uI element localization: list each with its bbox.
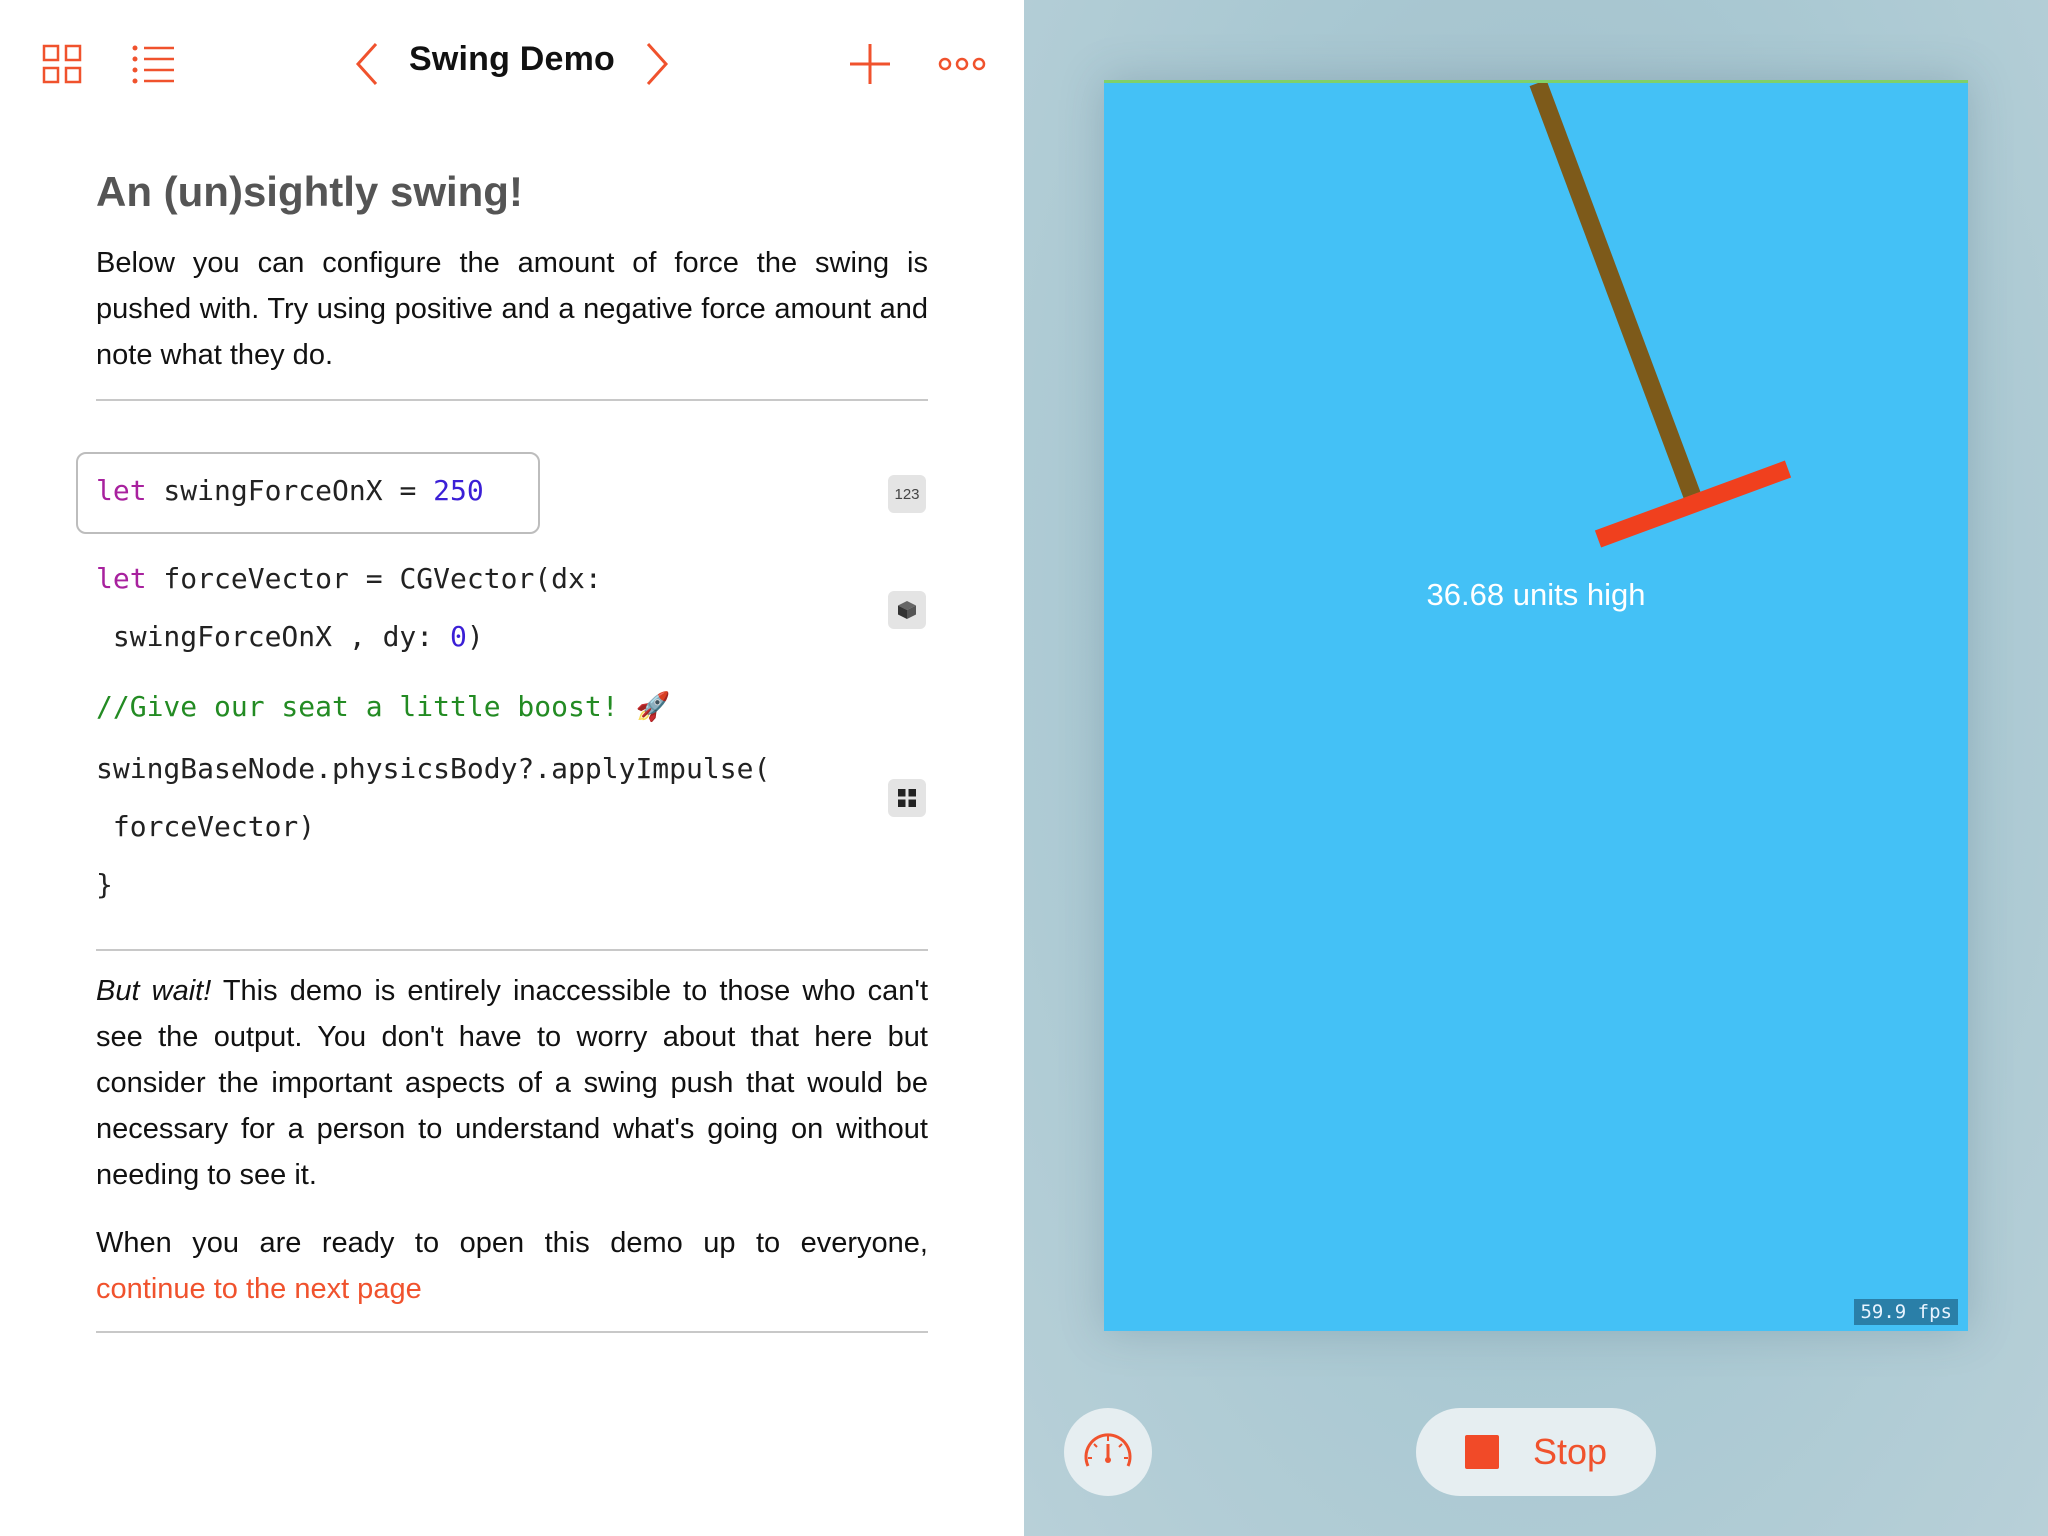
number-badge[interactable]: 123 <box>888 475 926 513</box>
chevron-right-icon[interactable] <box>644 42 670 91</box>
code-text: forceVector = CGVector(dx: <box>146 562 602 595</box>
swing-graphic <box>1529 83 1792 548</box>
speedometer-icon <box>1084 1433 1132 1467</box>
list-icon[interactable] <box>132 44 176 89</box>
grid-badge-icon[interactable] <box>888 779 926 817</box>
code-line-5: swingBaseNode.physicsBody?.applyImpulse( <box>96 752 771 785</box>
code-keyword: let <box>96 562 147 595</box>
code-line-7: } <box>96 868 113 901</box>
toolbar: Swing Demo <box>0 0 1024 130</box>
height-readout: 36.68 units high <box>1426 577 1646 612</box>
next-page-link[interactable]: continue to the next page <box>96 1273 422 1305</box>
divider <box>96 949 928 951</box>
code-line-1[interactable]: let swingForceOnX = 250 <box>96 474 484 507</box>
intro-paragraph: Below you can configure the amount of fo… <box>96 247 928 371</box>
code-line-2: let forceVector = CGVector(dx: <box>96 562 602 595</box>
cube-icon[interactable] <box>888 591 926 629</box>
code-comment: //Give our seat a little boost! 🚀 <box>96 690 671 723</box>
code-keyword: let <box>96 474 147 507</box>
code-text: ) <box>466 620 484 653</box>
chevron-left-icon[interactable] <box>354 42 380 91</box>
body-text: When you are ready to open this demo up … <box>96 1227 928 1259</box>
grid-icon[interactable] <box>42 44 82 89</box>
fps-counter: 59.9 fps <box>1854 1299 1958 1325</box>
dy-value[interactable]: 0 <box>450 620 467 653</box>
stop-label: Stop <box>1532 1431 1608 1472</box>
stop-button[interactable]: Stop <box>1416 1408 1656 1496</box>
section-heading: An (un)sightly swing! <box>96 168 523 215</box>
code-text: swingForceOnX , dy: <box>96 620 451 653</box>
speedometer-button[interactable] <box>1064 1408 1152 1496</box>
body-text: This demo is entirely inaccessible to th… <box>96 975 928 1191</box>
stop-square-icon <box>1464 1435 1499 1469</box>
divider <box>96 1331 928 1333</box>
more-icon[interactable] <box>938 54 986 79</box>
swing-rope <box>1529 83 1701 499</box>
code-text: swingForceOnX = <box>146 474 434 507</box>
body-paragraph-2: When you are ready to open this demo up … <box>96 1220 928 1312</box>
swing-scene[interactable]: 36.68 units high 59.9 fps <box>1104 80 1968 1331</box>
emphasis-text: But wait! <box>96 975 212 1007</box>
code-line-3: swingForceOnX , dy: 0) <box>96 620 484 653</box>
page-title: Swing Demo <box>408 40 616 78</box>
divider <box>96 399 928 401</box>
code-line-6: forceVector) <box>96 810 316 843</box>
editor-pane: Swing Demo An (un)sightly swing! Below y… <box>0 0 1024 1536</box>
force-value[interactable]: 250 <box>433 474 484 507</box>
plus-icon[interactable] <box>848 42 892 91</box>
body-paragraph-1: But wait! This demo is entirely inaccess… <box>96 968 928 1198</box>
